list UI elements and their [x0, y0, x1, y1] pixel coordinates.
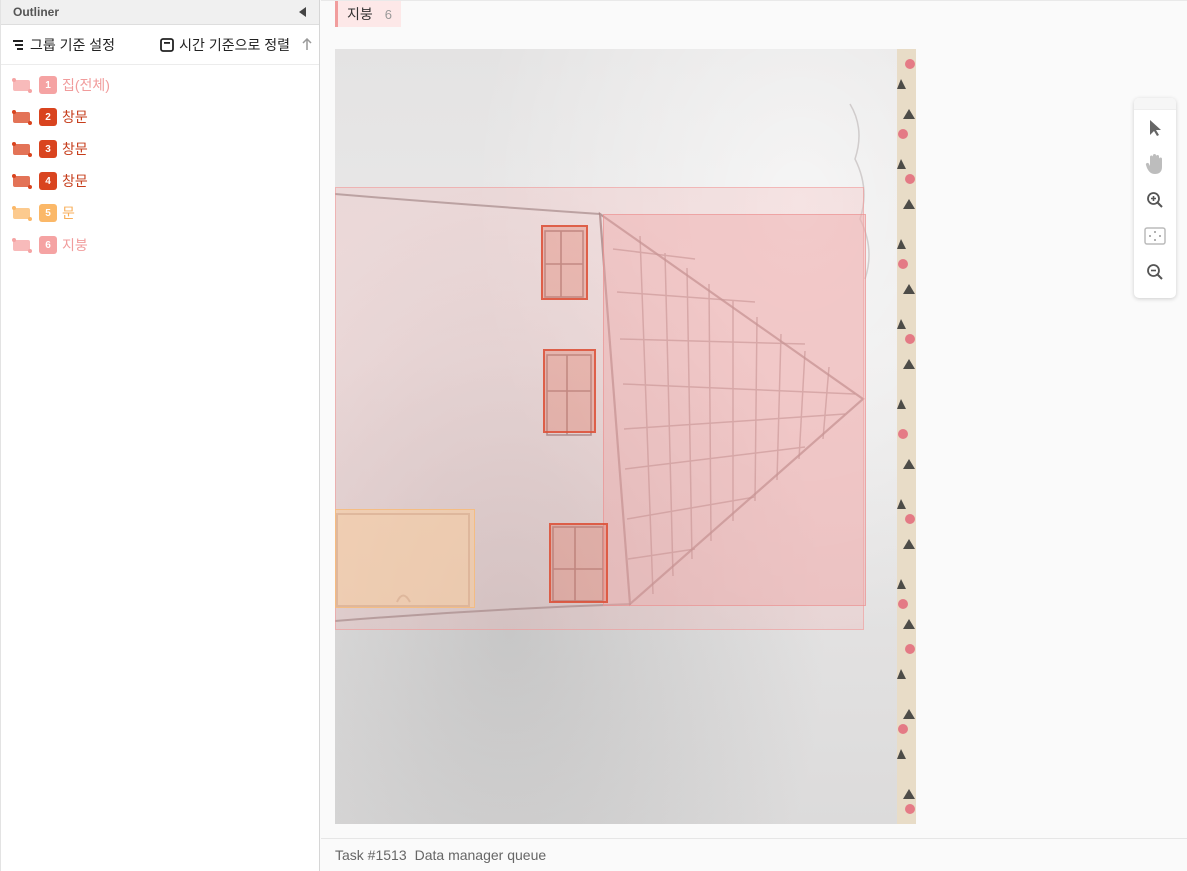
list-icon	[13, 39, 23, 50]
region-window-1[interactable]	[541, 225, 588, 300]
region-number-badge: 1	[39, 76, 57, 94]
region-label: 창문	[62, 109, 88, 125]
label-chip-count: 6	[384, 6, 392, 22]
region-list: 1 집(전체) 2 창문 3 창문 4 창문 5 문 6 지붕	[1, 65, 319, 261]
clock-square-icon	[160, 37, 175, 52]
zoom-out-icon[interactable]	[1134, 254, 1176, 290]
region-label: 창문	[62, 173, 88, 189]
region-list-item[interactable]: 2 창문	[1, 101, 319, 133]
sort-by-time-button[interactable]: 시간 기준으로 정렬	[160, 35, 290, 55]
collapse-panel-icon[interactable]	[296, 5, 310, 19]
region-list-item[interactable]: 6 지붕	[1, 229, 319, 261]
region-list-item[interactable]: 1 집(전체)	[1, 69, 319, 101]
task-footer: Task #1513 Data manager queue	[321, 838, 1187, 871]
image-canvas[interactable]	[335, 49, 916, 824]
region-number-badge: 6	[39, 236, 57, 254]
region-label: 지붕	[62, 237, 88, 253]
rectangle-region-icon	[12, 109, 32, 125]
outliner-header: Outliner	[1, 0, 319, 25]
region-list-item[interactable]: 5문	[1, 197, 319, 229]
region-number-badge: 5	[39, 204, 57, 222]
rectangle-region-icon	[12, 173, 32, 189]
region-window-2[interactable]	[543, 349, 596, 433]
region-window-3[interactable]	[549, 523, 608, 603]
region-list-item[interactable]: 3 창문	[1, 133, 319, 165]
outliner-toolbar: 그룹 기준 설정 시간 기준으로 정렬	[1, 25, 319, 65]
region-label: 문	[62, 205, 75, 221]
sort-by-time-label: 시간 기준으로 정렬	[179, 36, 290, 53]
pointer-icon[interactable]	[1134, 110, 1176, 146]
region-label: 집(전체)	[62, 77, 110, 93]
outliner-panel: Outliner 그룹 기준 설정 시간 기준으로 정렬 1 집(전체) 2 창문 3 창…	[0, 0, 320, 871]
region-number-badge: 3	[39, 140, 57, 158]
annotation-workspace: 지붕 6	[321, 0, 1187, 871]
patterned-paper-edge	[897, 49, 916, 824]
task-id: Task #1513	[335, 847, 407, 863]
region-label: 창문	[62, 141, 88, 157]
group-by-label: 그룹 기준 설정	[30, 36, 116, 53]
fit-to-screen-icon[interactable]	[1134, 218, 1176, 254]
region-number-badge: 2	[39, 108, 57, 126]
queue-name: Data manager queue	[414, 847, 547, 863]
zoom-in-icon[interactable]	[1134, 182, 1176, 218]
outliner-title: Outliner	[13, 5, 60, 19]
region-roof[interactable]	[603, 214, 866, 606]
canvas-tool-panel	[1134, 98, 1176, 298]
group-by-button[interactable]: 그룹 기준 설정	[11, 35, 115, 55]
sort-direction-arrow-up-icon[interactable]	[299, 37, 315, 53]
tool-panel-grip[interactable]	[1134, 98, 1176, 110]
rectangle-region-icon	[12, 141, 32, 157]
rectangle-region-icon	[12, 237, 32, 253]
label-chip-name: 지붕	[347, 6, 373, 22]
rectangle-region-icon	[12, 205, 32, 221]
region-list-item[interactable]: 4 창문	[1, 165, 319, 197]
region-door[interactable]	[335, 509, 475, 608]
region-number-badge: 4	[39, 172, 57, 190]
rectangle-region-icon	[12, 77, 32, 93]
selected-label-chip[interactable]: 지붕 6	[335, 1, 401, 27]
pan-hand-icon[interactable]	[1134, 146, 1176, 182]
